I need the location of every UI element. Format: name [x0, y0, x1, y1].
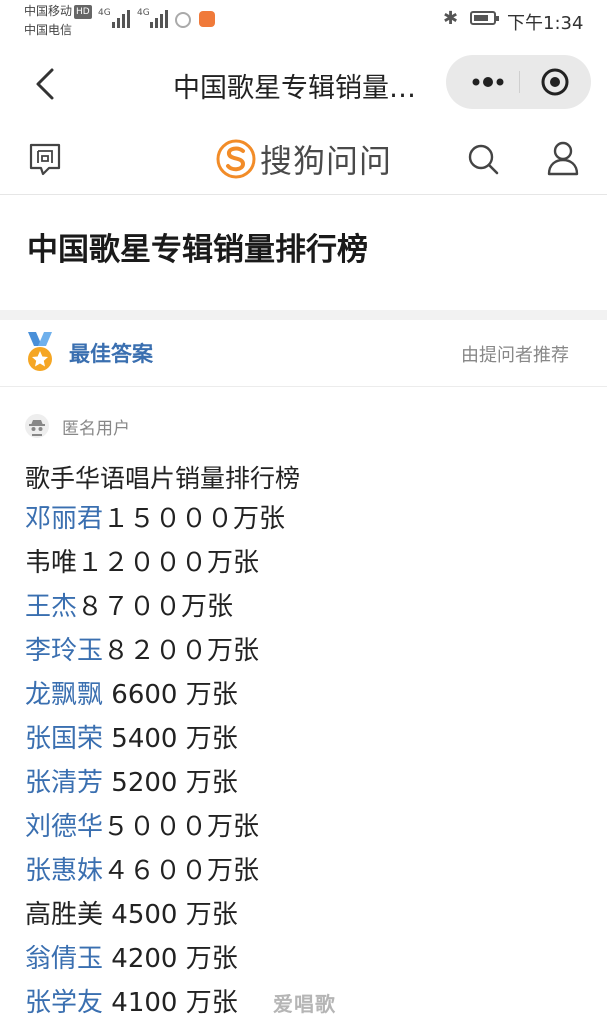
question-title: 中国歌星专辑销量排行榜 [27, 232, 368, 268]
sales-value: ４６００万张 [103, 856, 260, 886]
section-divider [0, 310, 607, 320]
sales-value: １５０００万张 [103, 504, 286, 534]
mini-program-capsule [446, 55, 591, 109]
list-item: 王杰８７００万张 [25, 585, 285, 629]
list-item: 邓丽君１５０００万张 [25, 497, 285, 541]
video-app-icon [199, 11, 215, 27]
medal-icon [28, 332, 52, 371]
sales-value: ５０００万张 [103, 812, 260, 842]
singer-link[interactable]: 王杰 [25, 592, 77, 622]
singer-link[interactable]: 李玲玉 [25, 636, 103, 666]
recommended-by-asker: 由提问者推荐 [461, 345, 569, 366]
list-item: 翁倩玉 4200 万张 [25, 937, 285, 981]
list-item: 张惠妹４６００万张 [25, 849, 285, 893]
sogou-wenwen-logo[interactable]: 搜狗问问 [216, 138, 392, 180]
app-notification-icon [175, 12, 191, 28]
singer-link[interactable]: 张清芳 [25, 768, 103, 798]
sales-ranking-list: 邓丽君１５０００万张 韦唯１２０００万张 王杰８７００万张 李玲玉８２００万张 龙飘飘 … [25, 497, 285, 1025]
list-item: 刘德华５０００万张 [25, 805, 285, 849]
capsule-divider [519, 71, 520, 93]
hd-badge: HD [74, 5, 92, 19]
battery-icon [470, 11, 499, 25]
singer-link[interactable]: 张国荣 [25, 724, 103, 754]
logo-text: 搜狗问问 [260, 142, 393, 180]
answer-heading: 歌手华语唱片销量排行榜 [25, 464, 301, 493]
sogou-logo-icon [216, 139, 256, 179]
network-type-1: 4G [98, 8, 111, 18]
bluetooth-icon: ✱ [443, 8, 459, 29]
sales-value: 4100 万张 [103, 988, 238, 1018]
mini-program-nav-bar: 中国歌星专辑销量… [0, 42, 607, 124]
singer-name: 高胜美 [25, 900, 104, 930]
carrier-1-label: 中国移动 [24, 4, 73, 18]
best-answer-bar: 最佳答案 由提问者推荐 [0, 320, 607, 387]
list-item: 张清芳 5200 万张 [25, 761, 285, 805]
sales-value: 5200 万张 [103, 768, 238, 798]
list-item: 龙飘飘 6600 万张 [25, 673, 285, 717]
carrier-name-2: 中国电信 [24, 23, 73, 37]
best-answer-label: 最佳答案 [69, 342, 153, 366]
sales-value: ８２００万张 [103, 636, 260, 666]
singer-link[interactable]: 龙飘飘 [25, 680, 103, 710]
sales-value: 5400 万张 [103, 724, 238, 754]
status-bar: 中国移动 HD 中国电信 4G 4G ✱ 下午1:34 [0, 0, 607, 42]
nav-title: 中国歌星专辑销量… [173, 73, 416, 104]
sales-value: ８７００万张 [77, 592, 234, 622]
singer-link[interactable]: 翁倩玉 [25, 944, 103, 974]
signal-strength-icon [112, 10, 130, 28]
list-item: 韦唯１２０００万张 [25, 541, 285, 585]
list-item: 高胜美 4500 万张 [25, 893, 285, 937]
close-mini-program-icon[interactable] [540, 67, 570, 97]
singer-link[interactable]: 刘德华 [25, 812, 103, 842]
anonymous-user-avatar-icon [25, 414, 49, 438]
signal-strength-icon-2 [150, 10, 168, 28]
user-profile-icon[interactable] [546, 140, 580, 176]
search-icon[interactable] [466, 142, 500, 176]
carrier-name-1: 中国移动 HD [24, 4, 92, 19]
sales-value: 4200 万张 [103, 944, 238, 974]
sales-value: 6600 万张 [103, 680, 238, 710]
ask-question-icon[interactable] [27, 141, 63, 177]
singer-link[interactable]: 张惠妹 [25, 856, 103, 886]
singer-link[interactable]: 张学友 [25, 988, 103, 1018]
back-arrow-icon[interactable] [28, 64, 68, 104]
answer-author-name: 匿名用户 [62, 418, 130, 439]
list-item: 李玲玉８２００万张 [25, 629, 285, 673]
singer-link[interactable]: 邓丽君 [25, 504, 103, 534]
sales-value: １２０００万张 [77, 548, 260, 578]
list-item: 张学友 4100 万张 [25, 981, 285, 1025]
status-time: 下午1:34 [507, 13, 584, 34]
answer-author: 匿名用户 [24, 410, 130, 442]
site-header: 搜狗问问 [0, 124, 607, 195]
list-item: 张国荣 5400 万张 [25, 717, 285, 761]
watermark: 爱唱歌 [273, 992, 336, 1016]
more-options-icon[interactable] [468, 68, 508, 96]
sales-value: 4500 万张 [103, 900, 238, 930]
network-type-2: 4G [137, 8, 150, 18]
singer-name: 韦唯 [25, 548, 78, 578]
